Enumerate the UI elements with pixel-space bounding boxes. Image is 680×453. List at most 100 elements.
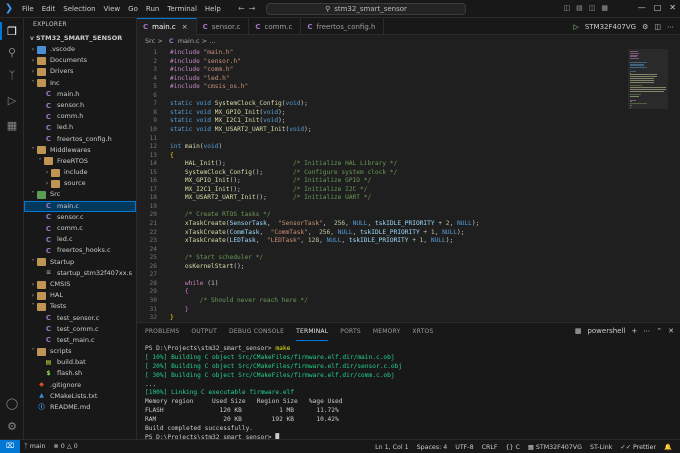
tree-folder[interactable]: ˅ FreeRTOS bbox=[24, 156, 136, 167]
debug-target[interactable]: STM32F407VG bbox=[585, 23, 636, 31]
close-tab-icon[interactable]: × bbox=[182, 23, 188, 31]
minimize-icon[interactable]: — bbox=[638, 3, 646, 12]
tree-folder[interactable]: ˅ Startup bbox=[24, 257, 136, 268]
tree-folder[interactable]: ˅ Tests bbox=[24, 301, 136, 312]
branch-name: main bbox=[29, 443, 46, 450]
tree-file[interactable]: Ctest_sensor.c bbox=[24, 313, 136, 324]
tree-file[interactable]: ≡ startup_stm32f407xx.s bbox=[24, 268, 136, 279]
add-terminal-icon[interactable]: + bbox=[631, 327, 637, 335]
remote-indicator-icon[interactable]: ⌧ bbox=[0, 439, 20, 453]
tree-file[interactable]: Cmain.h bbox=[24, 89, 136, 100]
toggle-secondary-sidebar-icon[interactable]: ◫ bbox=[589, 4, 596, 12]
tree-item-label: startup_stm32f407xx.s bbox=[57, 268, 133, 277]
prettier-status[interactable]: ✓✓ Prettier bbox=[616, 444, 660, 451]
tree-folder[interactable]: › .vscode bbox=[24, 44, 136, 55]
menu-item-edit[interactable]: Edit bbox=[38, 0, 60, 18]
tab-main-c[interactable]: Cmain.c × bbox=[137, 18, 197, 35]
more-actions-icon[interactable]: ⋯ bbox=[643, 327, 650, 335]
tree-file[interactable]: ▤ build.bat bbox=[24, 357, 136, 368]
tree-file[interactable]: Ⓘ README.md bbox=[24, 402, 136, 413]
menu-item-view[interactable]: View bbox=[100, 0, 125, 18]
tree-file[interactable]: Ccomm.c bbox=[24, 223, 136, 234]
tree-file[interactable]: Ctest_comm.c bbox=[24, 324, 136, 335]
toggle-sidebar-icon[interactable]: ◫ bbox=[564, 4, 571, 12]
maximize-panel-icon[interactable]: ⌃ bbox=[656, 327, 662, 335]
tree-file[interactable]: ◆ .gitignore bbox=[24, 380, 136, 391]
terminal-output[interactable]: PS D:\Projects\stm32_smart_sensor> make[… bbox=[145, 345, 675, 443]
maximize-icon[interactable]: □ bbox=[654, 3, 662, 12]
menu-item-terminal[interactable]: Terminal bbox=[163, 0, 201, 18]
menu-item-file[interactable]: File bbox=[18, 0, 38, 18]
tree-folder[interactable]: ˅ Src bbox=[24, 189, 136, 200]
tree-folder[interactable]: ˅ Inc bbox=[24, 78, 136, 89]
more-actions-icon[interactable]: ⋯ bbox=[667, 23, 674, 31]
tree-file[interactable]: Cled.c bbox=[24, 234, 136, 245]
indentation[interactable]: Spaces: 4 bbox=[413, 444, 452, 451]
extensions-icon[interactable]: ▦ bbox=[4, 117, 20, 133]
menu-item-selection[interactable]: Selection bbox=[59, 0, 99, 18]
panel-tab-problems[interactable]: PROBLEMS bbox=[145, 323, 179, 341]
breadcrumb-folder[interactable]: Src bbox=[145, 37, 155, 45]
tree-file[interactable]: ▲ CMakeLists.txt bbox=[24, 391, 136, 402]
customize-layout-icon[interactable]: ▦ bbox=[601, 4, 608, 12]
panel-tab-ports[interactable]: PORTS bbox=[340, 323, 361, 341]
tree-file[interactable]: Csensor.c bbox=[24, 212, 136, 223]
board-target[interactable]: ▦ STM32F407VG bbox=[524, 444, 586, 451]
toggle-panel-icon[interactable]: ▤ bbox=[576, 4, 583, 12]
nav-arrows[interactable]: ←→ bbox=[238, 4, 259, 13]
debug-probe[interactable]: ST-Link bbox=[586, 444, 616, 451]
close-window-icon[interactable]: ✕ bbox=[669, 3, 676, 12]
branch-status[interactable]: ᛉ main bbox=[20, 443, 50, 450]
tree-folder[interactable]: › CMSIS bbox=[24, 279, 136, 290]
tab-comm-c[interactable]: Ccomm.c bbox=[249, 18, 302, 35]
run-icon[interactable]: ▷ bbox=[573, 23, 578, 31]
code-editor[interactable]: 1 #include "main.h" 2 #include "sensor.h" 3 #… bbox=[137, 47, 680, 322]
panel-tab-memory[interactable]: MEMORY bbox=[373, 323, 401, 341]
encoding[interactable]: UTF-8 bbox=[451, 444, 477, 451]
panel-tab-terminal[interactable]: TERMINAL bbox=[296, 323, 329, 341]
tree-folder[interactable]: › Documents bbox=[24, 55, 136, 66]
close-panel-icon[interactable]: ✕ bbox=[668, 327, 674, 335]
tree-folder[interactable]: › include bbox=[24, 167, 136, 178]
command-center-search[interactable]: ⚲ stm32_smart_sensor bbox=[266, 3, 466, 15]
split-editor-icon[interactable]: ◫ bbox=[654, 23, 661, 31]
tree-folder[interactable]: ˅ Middlewares bbox=[24, 145, 136, 156]
breadcrumb-file[interactable]: main.c bbox=[178, 37, 200, 45]
tree-file[interactable]: Cfreertos_config.h bbox=[24, 134, 136, 145]
tree-file[interactable]: Ccomm.h bbox=[24, 111, 136, 122]
tree-folder[interactable]: ˅ scripts bbox=[24, 346, 136, 357]
panel-tab-debug-console[interactable]: DEBUG CONSOLE bbox=[229, 323, 284, 341]
menu-item-go[interactable]: Go bbox=[124, 0, 142, 18]
gear-icon[interactable]: ⚙ bbox=[642, 23, 648, 31]
panel-tab-output[interactable]: OUTPUT bbox=[191, 323, 217, 341]
layout-controls: ◫ ▤ ◫ ▦ bbox=[564, 4, 609, 12]
problems-status[interactable]: ⊗ 0 △ 0 bbox=[50, 443, 82, 450]
tab-sensor-c[interactable]: Csensor.c bbox=[197, 18, 250, 35]
tree-file[interactable]: Ctest_main.c bbox=[24, 335, 136, 346]
tab-freertos_config-h[interactable]: Cfreertos_config.h bbox=[301, 18, 385, 35]
line-ending[interactable]: CRLF bbox=[478, 444, 502, 451]
tree-file[interactable]: Csensor.h bbox=[24, 100, 136, 111]
menu-item-run[interactable]: Run bbox=[142, 0, 163, 18]
shell-name[interactable]: powershell bbox=[587, 327, 625, 335]
tree-folder[interactable]: › Drivers bbox=[24, 66, 136, 77]
panel-tab-xrtos[interactable]: XRTOS bbox=[412, 323, 433, 341]
notifications-icon[interactable]: 🔔 bbox=[660, 443, 676, 451]
source-control-icon[interactable]: ᛉ bbox=[4, 67, 20, 83]
cursor-position[interactable]: Ln 1, Col 1 bbox=[371, 444, 413, 451]
search-icon[interactable]: ⚲ bbox=[4, 44, 20, 60]
workspace-root[interactable]: v STM32_SMART_SENSOR bbox=[24, 32, 136, 44]
run-debug-icon[interactable]: ▷ bbox=[4, 92, 20, 108]
language-mode[interactable]: {} C bbox=[501, 444, 523, 451]
tree-folder[interactable]: › HAL bbox=[24, 290, 136, 301]
tree-folder[interactable]: › source bbox=[24, 178, 136, 189]
settings-gear-icon[interactable]: ⚙ bbox=[4, 418, 20, 434]
menu-item-help[interactable]: Help bbox=[201, 0, 225, 18]
tree-file[interactable]: Cled.h bbox=[24, 122, 136, 133]
tree-file[interactable]: Cfreertos_hooks.c bbox=[24, 245, 136, 256]
account-icon[interactable]: ◯ bbox=[4, 395, 20, 411]
minimap[interactable] bbox=[628, 49, 668, 109]
tree-file[interactable]: Cmain.c bbox=[24, 200, 136, 212]
explorer-icon[interactable]: ❐ bbox=[4, 23, 20, 39]
tree-file[interactable]: $ flash.sh bbox=[24, 368, 136, 379]
